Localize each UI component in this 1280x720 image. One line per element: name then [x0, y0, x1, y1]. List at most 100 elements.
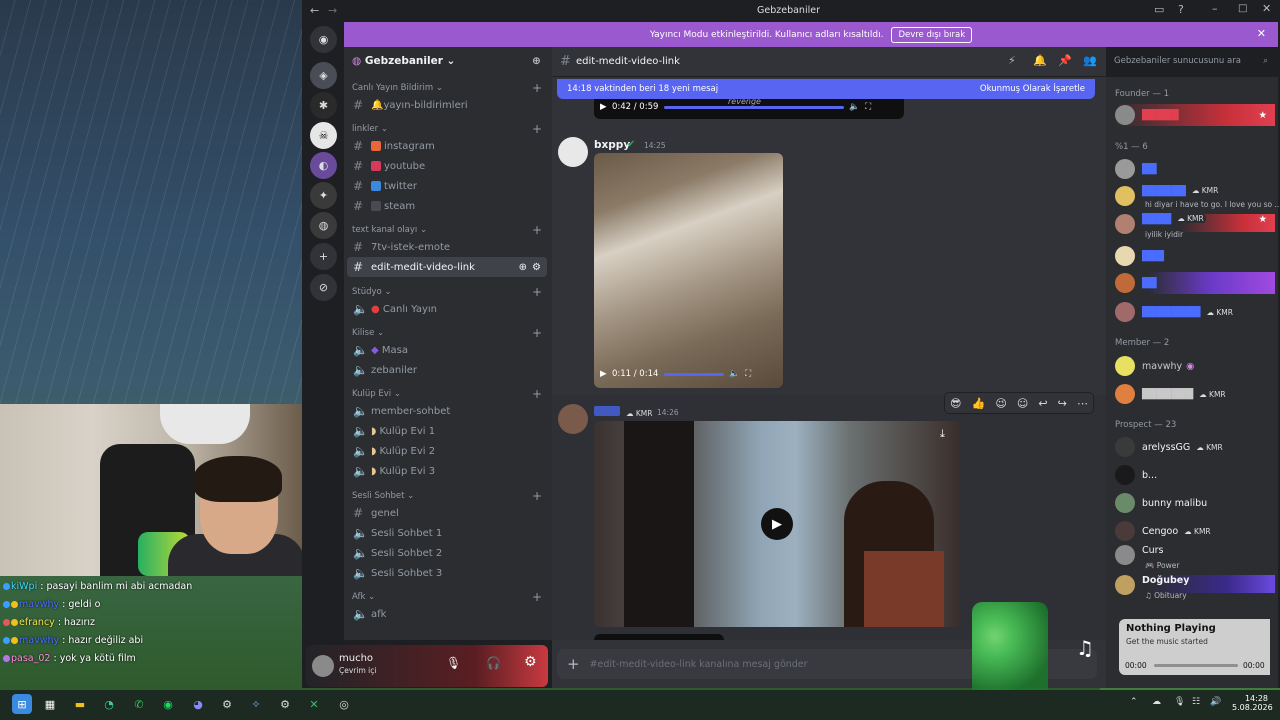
- cloud-icon[interactable]: ☁: [1152, 697, 1161, 707]
- category-header[interactable]: Canlı Yayın Bildirim ⌄ +: [352, 81, 542, 95]
- volume-icon[interactable]: 🔊: [1210, 697, 1221, 707]
- microphone-icon[interactable]: 🎙: [446, 656, 461, 670]
- add-reaction-icon[interactable]: ☺: [1017, 397, 1028, 410]
- member-item[interactable]: Cengoo ☁ KMR: [1115, 520, 1275, 542]
- add-channel-icon[interactable]: +: [532, 387, 542, 401]
- member-item[interactable]: b...: [1115, 464, 1275, 486]
- category-header[interactable]: Afk ⌄ +: [352, 590, 542, 604]
- channel-member[interactable]: 🔈 member-sohbet: [347, 401, 547, 421]
- steam-icon[interactable]: ⚙: [275, 694, 295, 714]
- invite-icon[interactable]: ⊕: [532, 55, 541, 67]
- task-view-icon[interactable]: ▦: [40, 694, 60, 714]
- obs-icon[interactable]: ◎: [334, 694, 354, 714]
- emoji-cool-icon[interactable]: 😎: [950, 397, 961, 410]
- member-item[interactable]: ████████ ☁ KMR: [1115, 301, 1275, 323]
- member-item[interactable]: bunny malibu: [1115, 492, 1275, 514]
- inbox-icon[interactable]: ▭: [1154, 3, 1164, 16]
- whatsapp-icon[interactable]: ✆: [129, 694, 149, 714]
- channel-masa[interactable]: 🔈 ◆ Masa: [347, 340, 547, 360]
- server-icon[interactable]: ◐: [310, 152, 337, 179]
- mark-read-button[interactable]: Okunmuş Olarak İşaretle: [980, 84, 1085, 94]
- download-icon[interactable]: ⤓: [940, 427, 945, 441]
- steam-icon[interactable]: ⚙: [217, 694, 237, 714]
- channel-genel[interactable]: # genel: [347, 503, 547, 523]
- channel-afk[interactable]: 🔈 afk: [347, 604, 547, 624]
- server-icon[interactable]: ☠: [310, 122, 337, 149]
- category-header[interactable]: Stüdyo ⌄ +: [352, 285, 542, 299]
- settings-icon[interactable]: ⚙: [532, 262, 541, 273]
- channel-yayin[interactable]: # 🔔 yayın-bildirimleri: [347, 95, 547, 115]
- add-channel-icon[interactable]: +: [532, 285, 542, 299]
- channel-zebaniler[interactable]: 🔈 zebaniler: [347, 360, 547, 380]
- video-player[interactable]: ▶ ⤓: [594, 421, 960, 627]
- thumbs-up-icon[interactable]: 👍: [972, 397, 986, 410]
- add-channel-icon[interactable]: +: [532, 326, 542, 340]
- add-channel-icon[interactable]: +: [532, 590, 542, 604]
- server-header[interactable]: ◍ Gebzebaniler ⌄ ⊕: [352, 55, 542, 67]
- maximize-icon[interactable]: □: [1238, 3, 1247, 14]
- search-input[interactable]: Gebzebaniler sunucusunu ara ⌕: [1110, 52, 1272, 72]
- volume-icon[interactable]: 🔈: [729, 369, 740, 379]
- spotify-icon[interactable]: ◉: [158, 694, 178, 714]
- add-server-icon[interactable]: +: [310, 243, 337, 270]
- discover-icon[interactable]: ⊘: [310, 274, 337, 301]
- category-header[interactable]: linkler ⌄ +: [352, 122, 542, 136]
- member-founder[interactable]: █████ ★: [1115, 104, 1275, 126]
- category-header[interactable]: text kanal olayı ⌄ +: [352, 223, 542, 237]
- channel-steam[interactable]: # steam: [347, 196, 547, 216]
- close-icon[interactable]: ✕: [1262, 2, 1271, 15]
- pin-icon[interactable]: 📌: [1058, 54, 1072, 67]
- channel-edit-medit[interactable]: # edit-medit-video-link ⚙ ⊕: [347, 257, 547, 277]
- add-channel-icon[interactable]: +: [532, 81, 542, 95]
- discord-home-icon[interactable]: ◉: [310, 26, 337, 53]
- fullscreen-icon[interactable]: ⛶: [745, 369, 751, 379]
- play-icon[interactable]: ▶: [600, 369, 607, 379]
- network-icon[interactable]: ☷: [1192, 697, 1200, 707]
- channel-youtube[interactable]: # youtube: [347, 156, 547, 176]
- forward-arrow-icon[interactable]: →: [328, 4, 337, 17]
- minimize-icon[interactable]: –: [1212, 2, 1218, 15]
- headphones-icon[interactable]: 🎧: [486, 656, 501, 670]
- member-item[interactable]: arelyssGG ☁ KMR: [1115, 436, 1275, 458]
- channel-emote[interactable]: #7tv-istek-emote: [347, 237, 547, 257]
- member-item[interactable]: Curs: [1115, 545, 1275, 565]
- avatar[interactable]: [558, 404, 588, 434]
- member-item[interactable]: ██: [1115, 272, 1275, 294]
- channel-kulup3[interactable]: 🔈 ◗ Kulüp Evi 3: [347, 461, 547, 481]
- video-player[interactable]: ▶ 0:42 / 0:59 🔈 ⛶ revenge: [594, 97, 904, 119]
- server-icon[interactable]: ✦: [310, 182, 337, 209]
- file-explorer-icon[interactable]: ▬: [70, 694, 90, 714]
- music-widget[interactable]: Nothing Playing Get the music started 00…: [1119, 619, 1270, 675]
- bell-icon[interactable]: 🔔: [1033, 54, 1047, 67]
- music-note-icon[interactable]: ♫: [1076, 636, 1094, 660]
- member-item[interactable]: ███████ ☁ KMR: [1115, 383, 1275, 405]
- category-header[interactable]: Kulüp Evi ⌄ +: [352, 387, 542, 401]
- disable-button[interactable]: Devre dışı bırak: [891, 26, 973, 43]
- channel-kulup2[interactable]: 🔈 ◗ Kulüp Evi 2: [347, 441, 547, 461]
- server-icon[interactable]: ✱: [310, 92, 337, 119]
- message-author[interactable]: bxppy: [594, 139, 630, 151]
- new-messages-bar[interactable]: 14:18 vaktinden beri 18 yeni mesaj Okunm…: [557, 79, 1095, 99]
- discord-icon[interactable]: ◕: [188, 694, 208, 714]
- tray-chevron-icon[interactable]: ⌃: [1130, 697, 1138, 707]
- music-progress[interactable]: [1154, 664, 1238, 667]
- xbox-icon[interactable]: ✕: [304, 694, 324, 714]
- mic-tray-icon[interactable]: 🎙: [1174, 697, 1185, 707]
- help-icon[interactable]: ?: [1178, 3, 1184, 16]
- add-channel-icon[interactable]: +: [532, 122, 542, 136]
- channel-sesli3[interactable]: 🔈 Sesli Sohbet 3: [347, 563, 547, 583]
- server-icon[interactable]: ◍: [310, 212, 337, 239]
- channel-kulup1[interactable]: 🔈 ◗ Kulüp Evi 1: [347, 421, 547, 441]
- channel-canli[interactable]: 🔈 ● Canlı Yayın: [347, 299, 547, 319]
- avatar[interactable]: [312, 655, 334, 677]
- server-icon[interactable]: ◈: [310, 62, 337, 89]
- threads-icon[interactable]: ⚡: [1008, 54, 1016, 67]
- category-header[interactable]: Kilise ⌄ +: [352, 326, 542, 340]
- category-header[interactable]: Sesli Sohbet ⌄ +: [352, 489, 542, 503]
- reply-icon[interactable]: ↩: [1038, 397, 1047, 410]
- video-player[interactable]: ▶ 0:11 / 0:14 🔈 ⛶: [594, 153, 783, 388]
- add-channel-icon[interactable]: +: [532, 223, 542, 237]
- back-arrow-icon[interactable]: ←: [310, 4, 319, 17]
- more-icon[interactable]: ⋯: [1077, 397, 1088, 410]
- edge-icon[interactable]: ◔: [99, 694, 119, 714]
